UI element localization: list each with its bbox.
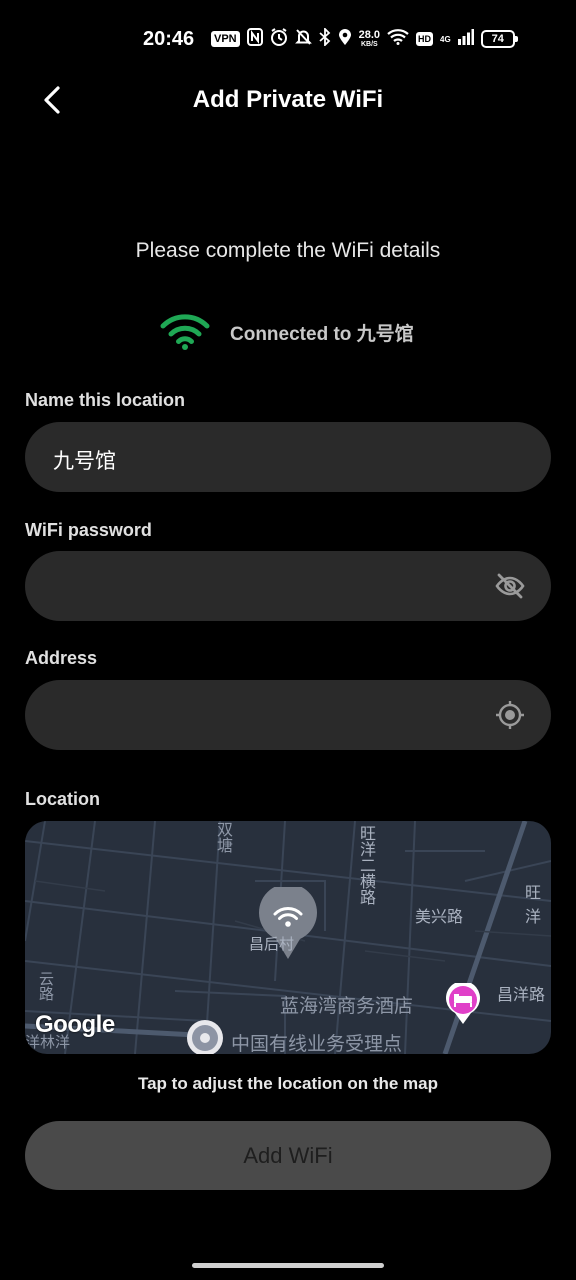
address-input[interactable]: [25, 680, 551, 750]
poi-pin-icon: [185, 1018, 225, 1054]
name-input[interactable]: 九号馆: [25, 422, 551, 492]
map-label-road: 旺洋二横路: [357, 825, 374, 905]
alarm-icon: [270, 28, 288, 50]
page-title: Add Private WiFi: [192, 86, 384, 113]
hotel-pin-icon: [445, 983, 481, 1025]
status-time: 20:46: [143, 28, 195, 50]
mute-icon: [294, 28, 312, 50]
status-icons: VPN 28.0 KB/S HD 4G 74: [211, 26, 518, 52]
wifi-icon: [387, 29, 409, 49]
password-input[interactable]: [25, 551, 551, 621]
map-label-road: 双塘: [214, 821, 231, 853]
eye-off-icon: [495, 573, 525, 599]
map-hint-text: Tap to adjust the location on the map: [137, 1074, 439, 1093]
location-label: Location: [25, 789, 100, 809]
nfc-icon: [246, 28, 263, 50]
vpn-badge: VPN: [211, 31, 240, 47]
signal-icon: [457, 29, 474, 49]
map-label-poi: 中国有线业务受理点: [231, 1034, 403, 1054]
password-label: WiFi password: [25, 520, 152, 540]
address-label: Address: [25, 648, 98, 668]
battery-icon: 74: [480, 30, 518, 48]
home-indicator[interactable]: [192, 1263, 384, 1268]
instructions-text: Please complete the WiFi details: [135, 239, 441, 262]
map-label-road: 美兴路: [415, 909, 464, 926]
network-speed: 28.0 KB/S: [358, 29, 381, 49]
locate-me-button[interactable]: [495, 700, 525, 730]
location-map[interactable]: 双塘 旺洋二横路 美兴路 旺洋 昌洋路 云路 洋林洋 昌后村 蓝海湾商务酒店 中…: [25, 821, 551, 1054]
wifi-connected-icon: [160, 314, 210, 350]
google-logo: Google: [35, 1011, 115, 1038]
connection-status: Connected to 九号馆: [160, 314, 414, 350]
name-label: Name this location: [25, 390, 186, 410]
map-label-village: 昌后村: [249, 936, 295, 953]
map-label-road: 云路: [37, 971, 54, 1001]
connection-text: Connected to 九号馆: [230, 323, 414, 345]
bluetooth-icon: [319, 26, 331, 50]
crosshair-icon: [496, 701, 524, 729]
status-bar: 20:46 VPN 28.0 KB/S HD 4G 74: [0, 0, 576, 78]
hd-badge: HD: [416, 32, 434, 46]
toggle-password-visibility-button[interactable]: [495, 571, 525, 601]
map-label-road: 旺洋: [525, 885, 542, 926]
add-wifi-button[interactable]: Add WiFi: [25, 1121, 551, 1190]
name-value: 九号馆: [53, 450, 116, 473]
network-type: 4G: [440, 34, 451, 44]
map-label-road: 昌洋路: [497, 987, 546, 1004]
location-icon: [338, 28, 352, 50]
map-label-hotel: 蓝海湾商务酒店: [280, 996, 414, 1017]
